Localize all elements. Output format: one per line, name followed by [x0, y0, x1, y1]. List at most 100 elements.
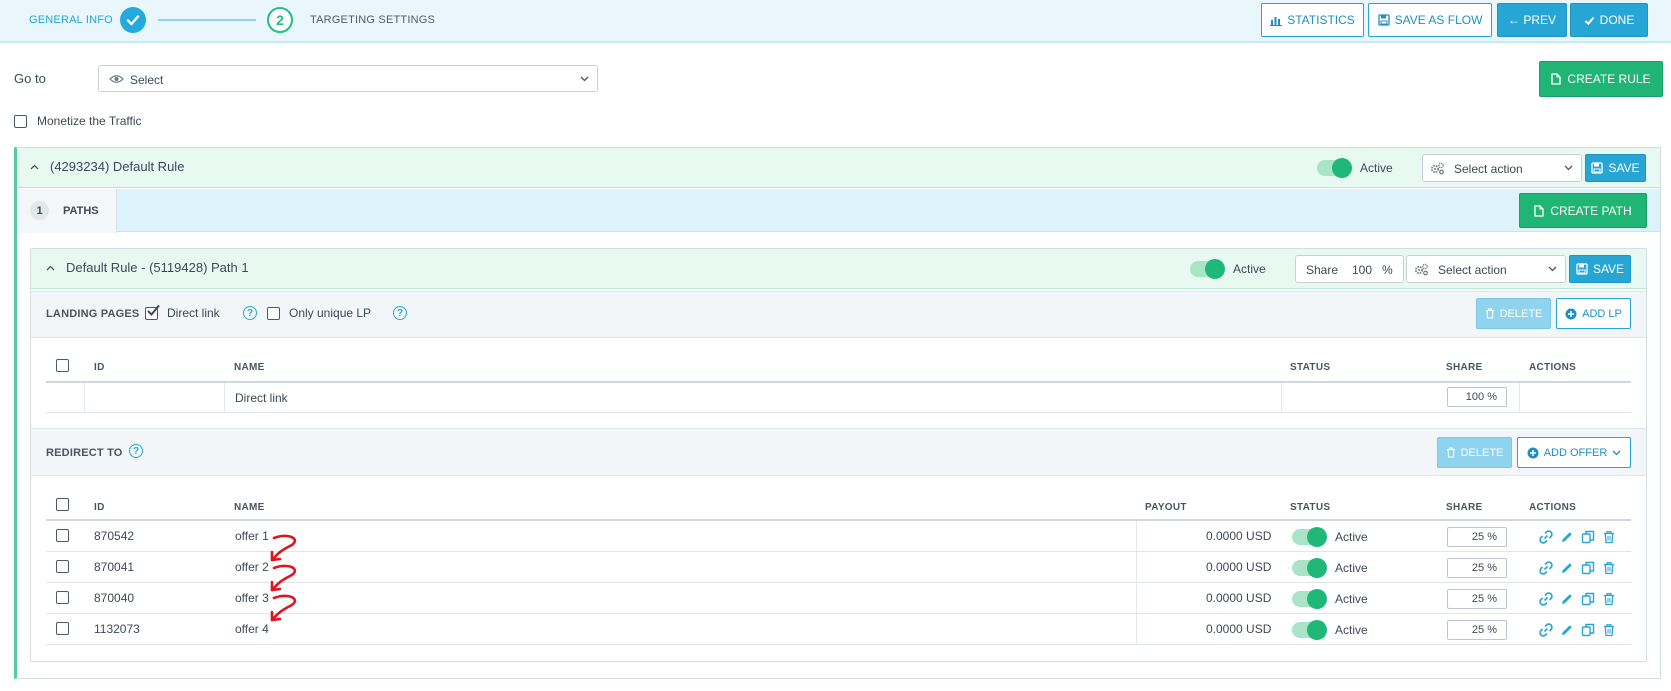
col-divider	[1281, 383, 1282, 412]
link-icon[interactable]	[1539, 530, 1553, 544]
statistics-button[interactable]: STATISTICS	[1261, 3, 1364, 37]
plus-circle-icon	[1565, 308, 1577, 319]
pencil-icon[interactable]	[1560, 530, 1574, 544]
trash-icon[interactable]	[1602, 592, 1616, 606]
path-save-label: SAVE	[1592, 262, 1625, 276]
direct-link-label: Direct link	[167, 306, 220, 320]
paths-tab-bar	[17, 189, 1660, 232]
floppy-icon	[1377, 14, 1390, 26]
row-divider	[46, 644, 1631, 645]
pencil-icon[interactable]	[1560, 592, 1574, 606]
redirect-to-bar	[31, 428, 1646, 476]
help-icon[interactable]: ?	[129, 444, 143, 458]
link-icon[interactable]	[1539, 592, 1553, 606]
lp-row-name: Direct link	[235, 391, 288, 405]
create-path-label: CREATE PATH	[1550, 203, 1632, 218]
offer-row-checkbox[interactable]	[56, 529, 69, 542]
checkmark-icon	[147, 304, 160, 316]
create-path-button[interactable]: CREATE PATH	[1519, 193, 1647, 228]
goto-select-value: Select	[130, 73, 164, 87]
offer-row-id: 870040	[94, 591, 135, 605]
direct-link-checkbox[interactable]	[145, 304, 160, 320]
lp-select-all-checkbox[interactable]	[56, 359, 69, 372]
copy-icon[interactable]	[1581, 623, 1595, 637]
trash-icon[interactable]	[1602, 561, 1616, 575]
chevron-down-icon	[1564, 165, 1573, 171]
done-button[interactable]: DONE	[1570, 3, 1648, 37]
document-icon	[1534, 204, 1544, 217]
path-share-field[interactable]: Share 100 %	[1295, 255, 1404, 283]
path-share-label: Share	[1306, 263, 1339, 277]
floppy-icon	[1576, 263, 1588, 275]
step-general-info-label[interactable]: GENERAL INFO	[29, 14, 113, 26]
offer-row-active-toggle[interactable]	[1292, 589, 1327, 609]
bar-chart-icon	[1270, 16, 1283, 26]
rule-save-button[interactable]: SAVE	[1585, 154, 1646, 182]
offers-col-status: STATUS	[1290, 502, 1331, 513]
paths-tab-label: PATHS	[63, 205, 99, 217]
copy-icon[interactable]	[1581, 561, 1595, 575]
offer-row-status: Active	[1335, 530, 1368, 544]
offer-row-payout: 0.0000 USD	[1206, 560, 1272, 574]
col-divider	[224, 383, 225, 412]
monetize-checkbox[interactable]	[14, 115, 27, 128]
path-share-value[interactable]: 100	[1352, 263, 1372, 277]
offer-delete-button[interactable]: DELETE	[1437, 437, 1512, 468]
offers-col-payout: PAYOUT	[1145, 502, 1187, 513]
link-icon[interactable]	[1539, 623, 1553, 637]
monetize-label: Monetize the Traffic	[37, 114, 142, 128]
offer-row-active-toggle[interactable]	[1292, 527, 1327, 547]
rule-header[interactable]	[17, 148, 1660, 188]
help-icon[interactable]: ?	[393, 306, 407, 320]
check-icon	[1584, 16, 1594, 25]
collapse-chevron-icon[interactable]	[30, 164, 39, 170]
collapse-chevron-icon[interactable]	[46, 265, 55, 271]
step-complete-check-icon	[120, 7, 146, 33]
path-active-toggle[interactable]	[1190, 259, 1225, 279]
offer-row-active-toggle[interactable]	[1292, 558, 1327, 578]
add-offer-button[interactable]: ADD OFFER	[1517, 437, 1631, 468]
save-as-flow-label: SAVE AS FLOW	[1394, 13, 1483, 27]
pencil-icon[interactable]	[1560, 623, 1574, 637]
path-select-action[interactable]: Select action	[1406, 255, 1566, 283]
rule-select-action[interactable]: Select action	[1422, 154, 1582, 182]
only-unique-lp-checkbox[interactable]	[267, 307, 280, 320]
offer-row-active-toggle[interactable]	[1292, 620, 1327, 640]
step-2-number: 2	[267, 7, 293, 33]
offer-row-share-input[interactable]: 25 %	[1447, 620, 1507, 640]
offer-row-checkbox[interactable]	[56, 560, 69, 573]
offer-row-share-input[interactable]: 25 %	[1447, 589, 1507, 609]
trash-icon[interactable]	[1602, 530, 1616, 544]
rule-active-toggle[interactable]	[1317, 158, 1352, 178]
offers-col-id: ID	[94, 502, 105, 513]
lp-col-id: ID	[94, 362, 105, 373]
help-icon[interactable]: ?	[243, 306, 257, 320]
create-rule-button[interactable]: CREATE RULE	[1539, 61, 1663, 97]
offer-row-checkbox[interactable]	[56, 591, 69, 604]
link-icon[interactable]	[1539, 561, 1553, 575]
pencil-icon[interactable]	[1560, 561, 1574, 575]
copy-icon[interactable]	[1581, 530, 1595, 544]
lp-row-share-input[interactable]: 100 %	[1447, 387, 1507, 407]
add-lp-button[interactable]: ADD LP	[1556, 298, 1631, 329]
prev-button[interactable]: ← PREV	[1497, 3, 1567, 37]
offer-row-checkbox[interactable]	[56, 622, 69, 635]
redirect-to-label: REDIRECT TO	[46, 447, 123, 459]
document-icon	[1551, 73, 1562, 85]
path-save-button[interactable]: SAVE	[1569, 255, 1631, 283]
offer-row-name: offer 3	[235, 591, 269, 605]
offers-select-all-checkbox[interactable]	[56, 498, 69, 511]
copy-icon[interactable]	[1581, 592, 1595, 606]
path-title: Default Rule - (5119428) Path 1	[66, 260, 249, 275]
eye-icon	[109, 75, 124, 83]
offer-row-share-input[interactable]: 25 %	[1447, 527, 1507, 547]
save-as-flow-button[interactable]: SAVE AS FLOW	[1368, 3, 1492, 37]
offer-row-share-input[interactable]: 25 %	[1447, 558, 1507, 578]
lp-delete-button[interactable]: DELETE	[1476, 298, 1551, 329]
goto-select[interactable]: Select	[98, 65, 598, 92]
path-status-label: Active	[1233, 262, 1266, 276]
trash-icon[interactable]	[1602, 623, 1616, 637]
offer-row-id: 870041	[94, 560, 135, 574]
add-lp-label: ADD LP	[1582, 307, 1622, 320]
wizard-header: GENERAL INFO 2 TARGETING SETTINGS STATIS…	[0, 0, 1671, 43]
